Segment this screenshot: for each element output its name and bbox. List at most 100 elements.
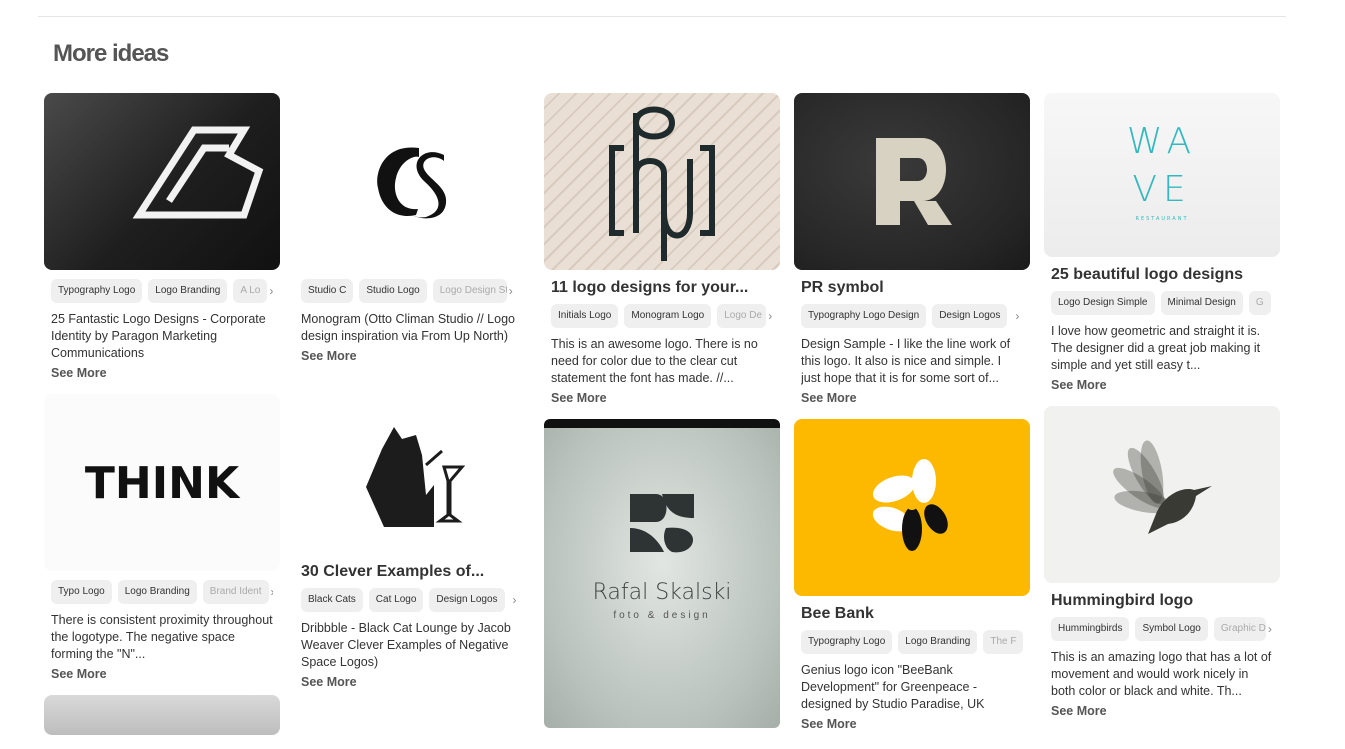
pin-description: 25 Fantastic Logo Designs - Corporate Id… <box>51 311 273 362</box>
pin-description: This is an awesome logo. There is no nee… <box>551 336 773 387</box>
tag[interactable]: Logo Branding <box>898 630 977 654</box>
section-heading: More ideas <box>53 40 168 68</box>
pin-image[interactable] <box>544 93 780 270</box>
pin-card[interactable]: Hummingbird logo Hummingbirds Symbol Log… <box>1044 406 1280 718</box>
pin-description: This is an amazing logo that has a lot o… <box>1051 649 1273 700</box>
see-more-link[interactable]: See More <box>51 667 273 681</box>
chevron-right-icon[interactable]: › <box>271 585 274 599</box>
see-more-link[interactable]: See More <box>801 717 1023 731</box>
chevron-right-icon[interactable]: › <box>269 284 273 298</box>
column-1: Typography Logo Logo Branding A Lo › 25 … <box>44 93 280 749</box>
pin-title[interactable]: Bee Bank <box>801 605 1023 623</box>
column-4: PR symbol Typography Logo Design Design … <box>794 93 1030 745</box>
pin-description: I love how geometric and straight it is.… <box>1051 323 1273 374</box>
tag[interactable]: Logo Design Stu <box>433 279 507 303</box>
tag[interactable]: Graphic D <box>1214 617 1266 641</box>
pin-description: Dribbble - Black Cat Lounge by Jacob Wea… <box>301 620 523 671</box>
tag[interactable]: A Lo <box>233 279 267 303</box>
tag-row: Studio C Studio Logo Logo Design Stu › <box>301 279 523 303</box>
pin-card[interactable]: Studio C Studio Logo Logo Design Stu › M… <box>294 93 530 363</box>
pin-image[interactable] <box>294 377 530 554</box>
pin-title[interactable]: Hummingbird logo <box>1051 592 1273 610</box>
pin-card[interactable]: 11 logo designs for your... Initials Log… <box>544 93 780 405</box>
tag-row: Logo Design Simple Minimal Design G › <box>1051 291 1273 315</box>
tag[interactable]: Studio Logo <box>359 279 426 303</box>
see-more-link[interactable]: See More <box>51 366 273 380</box>
tag[interactable]: Logo De <box>717 304 766 328</box>
pin-image[interactable] <box>1044 406 1280 583</box>
bee-bank-logo <box>794 419 1030 596</box>
pin-description: There is consistent proximity throughout… <box>51 612 273 663</box>
pin-card[interactable]: Typography Logo Logo Branding A Lo › 25 … <box>44 93 280 380</box>
pin-image[interactable] <box>794 419 1030 596</box>
tag[interactable]: Typography Logo Design <box>801 304 926 328</box>
tag[interactable]: Typography Logo <box>51 279 142 303</box>
hy-monogram-logo <box>544 93 780 270</box>
chevron-right-icon[interactable]: › <box>768 309 772 323</box>
tag[interactable]: Logo Design Simple <box>1051 291 1155 315</box>
pin-image[interactable]: concept Rafal Skalski foto & design <box>544 419 780 728</box>
see-more-link[interactable]: See More <box>1051 378 1273 392</box>
see-more-link[interactable]: See More <box>301 675 523 689</box>
tag[interactable]: Studio C <box>301 279 353 303</box>
tag-row: Typography Logo Logo Branding The F › <box>801 630 1023 654</box>
tag[interactable]: Hummingbirds <box>1051 617 1129 641</box>
tag[interactable]: Initials Logo <box>551 304 618 328</box>
tag[interactable]: Design Logos <box>932 304 1007 328</box>
tag[interactable]: Monogram Logo <box>624 304 711 328</box>
tag-row: Typography Logo Design Design Logos › <box>801 304 1023 328</box>
tag[interactable]: Black Cats <box>301 588 363 612</box>
brand-subtitle: foto & design <box>544 610 780 621</box>
brand-name: Rafal Skalski <box>544 580 780 605</box>
tag[interactable]: Logo Branding <box>118 580 197 604</box>
rs-monogram-logo <box>544 428 780 719</box>
see-more-link[interactable]: See More <box>801 391 1023 405</box>
tag-row: Black Cats Cat Logo Design Logos › <box>301 588 523 612</box>
wave-logo-line1: WA <box>1127 121 1197 162</box>
pin-image[interactable] <box>44 695 280 735</box>
pin-card[interactable]: concept Rafal Skalski foto & design <box>544 419 780 728</box>
tag[interactable]: Typography Logo <box>801 630 892 654</box>
column-5: WA VE RESTAURANT 25 beautiful logo desig… <box>1044 93 1280 732</box>
tag-row: Typo Logo Logo Branding Brand Ident › <box>51 580 273 604</box>
pin-card[interactable]: WA VE RESTAURANT 25 beautiful logo desig… <box>1044 93 1280 392</box>
tag[interactable]: Logo Branding <box>148 279 227 303</box>
think-logo-text: THINK <box>85 458 241 509</box>
see-more-link[interactable]: See More <box>1051 704 1273 718</box>
see-more-link[interactable]: See More <box>301 349 523 363</box>
column-3: 11 logo designs for your... Initials Log… <box>544 93 780 742</box>
wave-logo-sub: RESTAURANT <box>1135 216 1188 222</box>
pr-symbol-logo <box>794 93 1030 270</box>
pin-title[interactable]: 11 logo designs for your... <box>551 279 773 297</box>
pin-image[interactable] <box>794 93 1030 270</box>
chevron-right-icon[interactable]: › <box>1268 622 1272 636</box>
cs-monogram-logo <box>294 93 530 270</box>
column-2: Studio C Studio Logo Logo Design Stu › M… <box>294 93 530 703</box>
tag[interactable]: Design Logos <box>429 588 504 612</box>
pin-card[interactable]: PR symbol Typography Logo Design Design … <box>794 93 1030 405</box>
tag[interactable]: Cat Logo <box>369 588 424 612</box>
pin-title[interactable]: 25 beautiful logo designs <box>1051 266 1273 284</box>
top-divider <box>38 16 1286 17</box>
pin-title[interactable]: PR symbol <box>801 279 1023 297</box>
tag[interactable]: Typo Logo <box>51 580 112 604</box>
tag[interactable]: Symbol Logo <box>1135 617 1207 641</box>
tag[interactable]: G <box>1249 291 1271 315</box>
pin-card[interactable]: Bee Bank Typography Logo Logo Branding T… <box>794 419 1030 731</box>
chevron-right-icon[interactable]: › <box>509 284 513 298</box>
pin-card[interactable]: 30 Clever Examples of... Black Cats Cat … <box>294 377 530 689</box>
tag[interactable]: Minimal Design <box>1161 291 1243 315</box>
tag[interactable]: Brand Ident <box>203 580 269 604</box>
pin-title[interactable]: 30 Clever Examples of... <box>301 563 523 581</box>
pin-card[interactable]: THINK Typo Logo Logo Branding Brand Iden… <box>44 394 280 681</box>
pin-image[interactable] <box>294 93 530 270</box>
see-more-link[interactable]: See More <box>551 391 773 405</box>
chevron-right-icon[interactable]: › <box>513 593 517 607</box>
pin-description: Design Sample - I like the line work of … <box>801 336 1023 387</box>
pin-image[interactable] <box>44 93 280 270</box>
tag[interactable]: The F <box>983 630 1023 654</box>
pin-card[interactable] <box>44 695 280 735</box>
pin-image[interactable]: WA VE RESTAURANT <box>1044 93 1280 257</box>
pin-image[interactable]: THINK <box>44 394 280 571</box>
chevron-right-icon[interactable]: › <box>1015 309 1019 323</box>
